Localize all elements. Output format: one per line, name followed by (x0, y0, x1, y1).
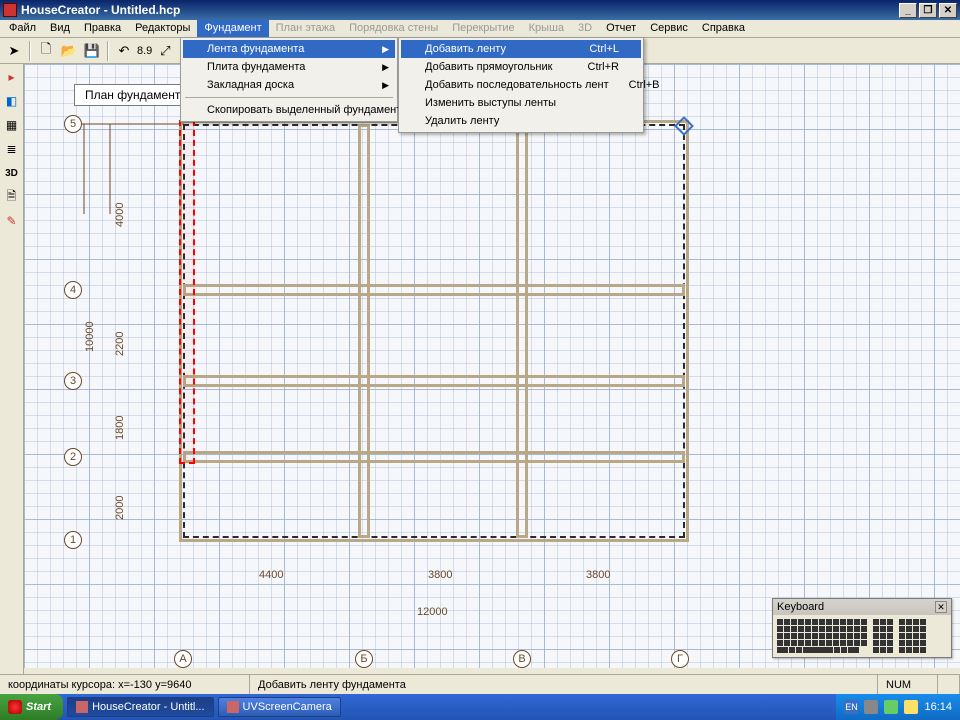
start-button[interactable]: Start (0, 694, 63, 720)
grid-icon[interactable]: ▦ (3, 116, 21, 134)
axis-row-2: 2 (64, 448, 82, 466)
dim-h-3800: 3800 (586, 569, 610, 581)
tray-lang-icon[interactable]: EN (844, 700, 858, 714)
zoom-icon[interactable]: ⤢ (155, 41, 175, 61)
minimize-button[interactable]: _ (899, 3, 917, 18)
pointer-icon[interactable]: ▸ (3, 68, 21, 86)
tray-icon-1[interactable] (864, 700, 878, 714)
save-file-icon[interactable]: 💾 (82, 41, 102, 61)
menu-Сервис[interactable]: Сервис (643, 20, 695, 37)
axis-col-Б: Б (355, 650, 373, 668)
tray-icon-3[interactable] (904, 700, 918, 714)
menu-Фундамент[interactable]: Фундамент (197, 20, 268, 37)
menuitem-2[interactable]: Закладная доска▶ (183, 76, 395, 94)
close-button[interactable]: ✕ (939, 3, 957, 18)
axis-row-4: 4 (64, 281, 82, 299)
dim-v-1800: 1800 (114, 416, 126, 440)
maximize-button[interactable]: ❐ (919, 3, 937, 18)
keyboard-body (773, 615, 951, 657)
task-icon (227, 701, 239, 713)
task-icon (76, 701, 88, 713)
view3d-icon[interactable]: 3D (3, 164, 21, 182)
taskbar-task[interactable]: UVScreenCamera (218, 697, 341, 717)
axis-row-1: 1 (64, 531, 82, 549)
dim-v-10000: 10000 (84, 321, 96, 352)
taskbar: Start HouseCreator - Untitl...UVScreenCa… (0, 694, 960, 720)
menu-План этажа: План этажа (269, 20, 342, 37)
open-file-icon[interactable]: 📂 (59, 41, 79, 61)
menu-foundation-strip-submenu[interactable]: Добавить лентуCtrl+LДобавить прямоугольн… (398, 37, 644, 133)
window-title: HouseCreator - Untitled.hcp (21, 3, 180, 17)
submenuitem-3[interactable]: Изменить выступы ленты (401, 94, 641, 112)
report-icon[interactable]: 🗎 (3, 188, 21, 206)
tool-icon[interactable]: ◧ (3, 92, 21, 110)
menu-Крыша: Крыша (522, 20, 571, 37)
submenuitem-1[interactable]: Добавить прямоугольникCtrl+R (401, 58, 641, 76)
status-resize-grip (938, 675, 960, 694)
scale-value: 8.9 (137, 45, 152, 57)
status-hint: Добавить ленту фундамента (250, 675, 878, 694)
dim-h-4400: 4400 (259, 569, 283, 581)
drawing-canvas[interactable]: План фундамента: (24, 64, 960, 668)
menuitem-1[interactable]: Плита фундамента▶ (183, 58, 395, 76)
tray-icon-2[interactable] (884, 700, 898, 714)
system-tray[interactable]: EN 16:14 (836, 694, 960, 720)
axis-col-А: А (174, 650, 192, 668)
onscreen-keyboard[interactable]: Keyboard ✕ (772, 598, 952, 658)
axis-row-5: 5 (64, 115, 82, 133)
layers-icon[interactable]: ≣ (3, 140, 21, 158)
new-file-icon[interactable]: 🗋 (36, 41, 56, 61)
tray-clock[interactable]: 16:14 (924, 701, 952, 713)
menu-foundation-dropdown[interactable]: Лента фундамента▶Плита фундамента▶Заклад… (180, 37, 398, 122)
status-num: NUM (878, 675, 938, 694)
submenuitem-0[interactable]: Добавить лентуCtrl+L (401, 40, 641, 58)
titlebar: HouseCreator - Untitled.hcp _ ❐ ✕ (0, 0, 960, 20)
foundation-dash-outer (183, 124, 685, 538)
axis-col-Г: Г (671, 650, 689, 668)
dim-h-12000: 12000 (417, 606, 448, 618)
menuitem-0[interactable]: Лента фундамента▶ (183, 40, 395, 58)
axis-col-В: В (513, 650, 531, 668)
dim-v-4000: 4000 (114, 203, 126, 227)
foundation-vstrip-1 (358, 124, 370, 538)
foundation-hstrip-3 (183, 451, 685, 463)
start-label: Start (26, 701, 51, 713)
menu-Отчет[interactable]: Отчет (599, 20, 643, 37)
menu-Правка[interactable]: Правка (77, 20, 128, 37)
keyboard-close-icon[interactable]: ✕ (935, 601, 947, 613)
menu-Вид[interactable]: Вид (43, 20, 77, 37)
arrow-tool-icon[interactable]: ➤ (4, 41, 24, 61)
dim-v-2000: 2000 (114, 496, 126, 520)
menu-Файл[interactable]: Файл (2, 20, 43, 37)
foundation-hstrip-2 (183, 375, 685, 387)
app-icon (3, 3, 17, 17)
taskbar-task[interactable]: HouseCreator - Untitl... (67, 697, 213, 717)
menu-Перекрытие: Перекрытие (445, 20, 521, 37)
submenuitem-2[interactable]: Добавить последовательность лентCtrl+B (401, 76, 641, 94)
menubar: ФайлВидПравкаРедакторыФундаментПлан этаж… (0, 20, 960, 38)
dim-v-2200: 2200 (114, 332, 126, 356)
statusbar: координаты курсора: x=-130 y=9640 Добави… (0, 674, 960, 694)
status-coords: координаты курсора: x=-130 y=9640 (0, 675, 250, 694)
dim-h-3800: 3800 (428, 569, 452, 581)
menu-3D: 3D (571, 20, 599, 37)
selected-foundation-strip[interactable] (179, 120, 195, 464)
foundation-vstrip-2 (516, 124, 528, 538)
menu-Справка[interactable]: Справка (695, 20, 752, 37)
foundation-hstrip-1 (183, 284, 685, 296)
submenuitem-4[interactable]: Удалить ленту (401, 112, 641, 130)
left-toolbar: ▸ ◧ ▦ ≣ 3D 🗎 ✎ (0, 64, 24, 694)
paint-icon[interactable]: ✎ (3, 212, 21, 230)
keyboard-title: Keyboard (777, 601, 824, 613)
menu-Редакторы[interactable]: Редакторы (128, 20, 197, 37)
menuitem-copy[interactable]: Скопировать выделенный фундамент (183, 101, 395, 119)
axis-row-3: 3 (64, 372, 82, 390)
start-icon (8, 700, 22, 714)
undo-icon[interactable]: ↶ (114, 41, 134, 61)
menu-Порядовка стены: Порядовка стены (342, 20, 445, 37)
